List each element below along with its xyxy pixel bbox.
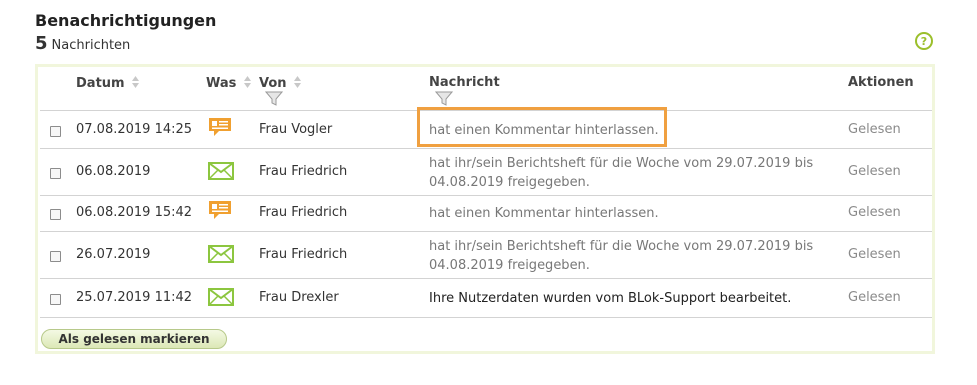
message-count: 5 Nachrichten [35, 33, 130, 54]
row-checkbox[interactable] [50, 209, 61, 220]
highlight-box [417, 107, 667, 147]
help-icon[interactable]: ? [915, 32, 933, 50]
filter-icon[interactable] [265, 91, 283, 107]
mark-read-link[interactable]: Gelesen [848, 205, 901, 220]
row-von: Frau Friedrich [259, 164, 348, 179]
row-nachricht[interactable]: Ihre Nutzerdaten wurden vom BLok-Support… [429, 289, 829, 308]
column-header-was[interactable]: Was [206, 75, 252, 91]
table-row: 26.07.2019 Frau Friedrich hat ihr/sein B… [38, 232, 932, 278]
page-title: Benachrichtigungen [35, 11, 217, 30]
column-header-aktionen: Aktionen [848, 75, 914, 90]
filter-icon[interactable] [435, 91, 453, 107]
column-header-datum[interactable]: Datum [76, 75, 140, 91]
row-von: Frau Vogler [259, 122, 333, 137]
row-datum: 26.07.2019 [76, 247, 151, 262]
row-von: Frau Drexler [259, 290, 339, 305]
message-count-label: Nachrichten [51, 38, 131, 53]
mark-as-read-button[interactable]: Als gelesen markieren [41, 329, 227, 349]
column-header-von[interactable]: Von [259, 75, 302, 91]
row-datum: 06.08.2019 15:42 [76, 205, 193, 220]
table-row: 25.07.2019 11:42 Frau Drexler Ihre Nutze… [38, 279, 932, 317]
table-row: 06.08.2019 Frau Friedrich hat ihr/sein B… [38, 149, 932, 195]
comment-icon [209, 118, 231, 136]
mail-icon [208, 245, 234, 263]
row-datum: 25.07.2019 11:42 [76, 290, 193, 305]
comment-icon [209, 201, 231, 219]
row-checkbox[interactable] [50, 294, 61, 305]
row-checkbox[interactable] [50, 126, 61, 137]
column-header-nachricht: Nachricht [429, 75, 500, 90]
row-von: Frau Friedrich [259, 247, 348, 262]
sort-icon[interactable] [243, 75, 252, 89]
row-checkbox[interactable] [50, 168, 61, 179]
row-nachricht[interactable]: hat ihr/sein Berichtsheft für die Woche … [429, 237, 829, 275]
mark-read-link[interactable]: Gelesen [848, 290, 901, 305]
row-nachricht[interactable]: hat ihr/sein Berichtsheft für die Woche … [429, 154, 829, 192]
mark-read-link[interactable]: Gelesen [848, 122, 901, 137]
row-datum: 06.08.2019 [76, 164, 151, 179]
mail-icon [208, 288, 234, 306]
row-checkbox[interactable] [50, 251, 61, 262]
mark-read-link[interactable]: Gelesen [848, 164, 901, 179]
sort-icon[interactable] [131, 75, 140, 89]
table-row: 06.08.2019 15:42 Frau Friedrich hat eine… [38, 196, 932, 231]
row-von: Frau Friedrich [259, 205, 348, 220]
mail-icon [208, 162, 234, 180]
row-datum: 07.08.2019 14:25 [76, 122, 193, 137]
message-count-number: 5 [35, 33, 48, 54]
row-nachricht[interactable]: hat einen Kommentar hinterlassen. [429, 204, 829, 223]
sort-icon[interactable] [293, 75, 302, 89]
mark-read-link[interactable]: Gelesen [848, 247, 901, 262]
